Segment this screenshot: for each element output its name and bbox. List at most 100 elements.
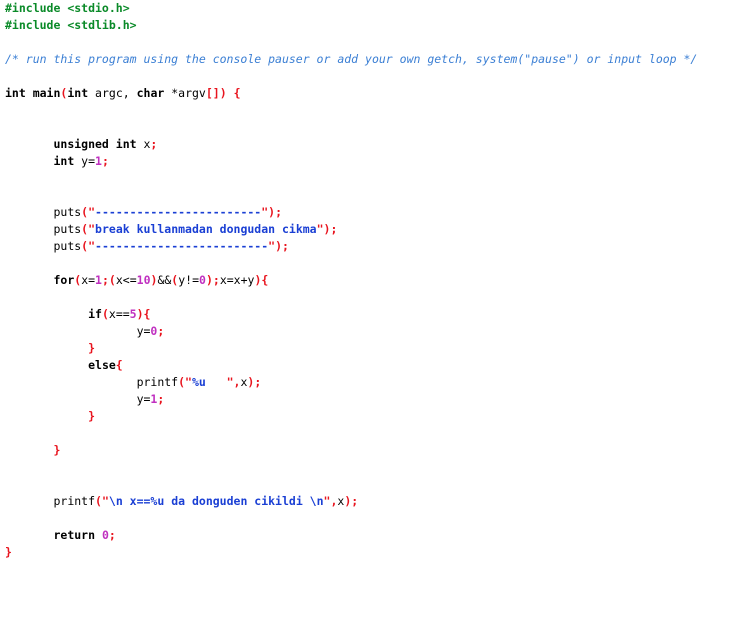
semicolon: ;: [150, 137, 158, 151]
code-line-10: int y=1;: [0, 153, 729, 170]
semicolon: ;: [101, 154, 109, 168]
number-literal: 1: [95, 154, 102, 168]
semicolon: ;: [282, 239, 289, 253]
code-editor[interactable]: #include <stdio.h> #include <stdlib.h> /…: [0, 0, 729, 627]
code-line-14: puts("break kullanmadan dongudan cikma")…: [0, 221, 729, 238]
keyword-int: int: [5, 86, 26, 100]
brace-open: {: [143, 307, 151, 321]
keyword-else: else: [88, 358, 116, 372]
paren-open: (: [178, 375, 186, 389]
number-literal: 0: [101, 528, 109, 542]
brace-open: {: [226, 86, 241, 100]
brace-close: }: [88, 409, 96, 423]
semicolon: ;: [108, 528, 116, 542]
paren-open: (: [101, 307, 109, 321]
paren-open: (: [95, 494, 102, 508]
number-literal: 1: [95, 273, 102, 287]
code-line-13: puts("------------------------");: [0, 204, 729, 221]
semicolon: ;: [351, 494, 359, 508]
code-line-23: printf("%u ",x);: [0, 374, 729, 391]
brace-close-for: }: [53, 443, 61, 457]
quote-open: ": [88, 239, 96, 253]
code-line-4: /* run this program using the console pa…: [0, 51, 729, 68]
for-init: x=: [81, 273, 96, 287]
for-increment: x=x+y: [219, 273, 255, 287]
code-line-19: if(x==5){: [0, 306, 729, 323]
code-line-1: #include <stdio.h>: [0, 0, 729, 17]
keyword-char: char: [136, 86, 165, 100]
paren-open: (: [108, 273, 116, 287]
quote-open: ": [88, 222, 96, 236]
keyword-int: int: [53, 154, 75, 168]
include-header: <stdlib.h>: [60, 18, 137, 32]
string-literal: -------------------------: [95, 239, 269, 253]
preprocessor-directive: #include: [5, 18, 61, 32]
code-line-25: }: [0, 408, 729, 425]
number-literal: 5: [129, 307, 137, 321]
bracket-pair: []: [205, 86, 220, 100]
param-argv: *argv: [164, 86, 206, 100]
quote-open: ": [101, 494, 109, 508]
function-call-puts: puts: [53, 239, 82, 253]
function-call-printf: printf: [136, 375, 179, 389]
semicolon: ;: [212, 273, 220, 287]
paren-close: ): [205, 273, 213, 287]
keyword-if: if: [88, 307, 102, 321]
for-cond-left: x<=: [115, 273, 137, 287]
code-line-22: else{: [0, 357, 729, 374]
brace-open: {: [261, 273, 269, 287]
string-literal: break kullanmadan dongudan cikma: [95, 222, 317, 236]
keyword-return: return: [53, 528, 96, 542]
brace-close-main: }: [5, 545, 12, 559]
keyword-unsigned-int: unsigned int: [53, 137, 137, 151]
code-line-2: #include <stdlib.h>: [0, 17, 729, 34]
function-call-printf: printf: [53, 494, 96, 508]
quote-close: ": [226, 375, 234, 389]
paren-close: ): [275, 239, 283, 253]
code-line-9: unsigned int x;: [0, 136, 729, 153]
preprocessor-directive: #include: [5, 1, 61, 15]
code-line-31: return 0;: [0, 527, 729, 544]
string-literal: \n x==%u da donguden cikildi \n: [108, 494, 324, 508]
number-literal: 10: [136, 273, 151, 287]
assignment-y: y=: [136, 324, 151, 338]
logical-and: &&: [157, 273, 172, 287]
function-name-main: main: [25, 86, 61, 100]
semicolon: ;: [275, 205, 283, 219]
quote-open: ": [185, 375, 192, 389]
code-line-24: y=1;: [0, 391, 729, 408]
code-line-17: for(x=1;(x<=10)&&(y!=0);x=x+y){: [0, 272, 729, 289]
semicolon: ;: [330, 222, 338, 236]
code-line-21: }: [0, 340, 729, 357]
quote-close: ": [316, 222, 324, 236]
for-cond-right: y!=: [178, 273, 200, 287]
assignment-y: y=: [136, 392, 151, 406]
code-line-6: int main(int argc, char *argv[]) {: [0, 85, 729, 102]
block-comment: /* run this program using the console pa…: [5, 52, 698, 66]
string-literal: %u: [191, 375, 227, 389]
function-call-puts: puts: [53, 205, 82, 219]
